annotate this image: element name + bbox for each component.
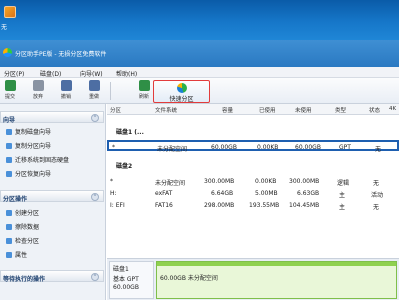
pending-section-header[interactable]: 等待执行的操作 ⌃ — [0, 270, 104, 283]
refresh-icon — [138, 80, 150, 91]
col-status[interactable]: 状态 — [369, 106, 380, 114]
menu-wizard[interactable]: 向导(W) — [80, 69, 103, 78]
space-stripe — [157, 262, 396, 266]
ops-section-title: 分区操作 — [3, 196, 28, 203]
col-partition[interactable]: 分区 — [110, 106, 121, 114]
quick-partition-icon — [177, 83, 187, 93]
pending-section-title: 等待执行的操作 — [3, 276, 46, 283]
refresh-button[interactable]: 刷新 — [134, 80, 154, 102]
col-type[interactable]: 类型 — [335, 106, 346, 114]
apply-button[interactable]: 提交 — [0, 80, 20, 102]
op-check-partition[interactable]: 检查分区 — [6, 236, 39, 245]
desktop-app-icon[interactable] — [4, 6, 16, 18]
discard-button[interactable]: 放弃 — [28, 80, 48, 102]
properties-icon — [6, 252, 12, 258]
wizard-section-title: 向导 — [3, 117, 16, 124]
disk1-label[interactable]: 磁盘1 (... — [116, 127, 144, 136]
table-row[interactable]: H: exFAT 6.64GB 5.00MB 6.63GB 主 活动 — [107, 188, 399, 199]
disk-size: 60.00GB — [113, 284, 139, 291]
menu-partition[interactable]: 分区(P) — [4, 69, 24, 78]
check-partition-icon — [6, 238, 12, 244]
disk2-label[interactable]: 磁盘2 — [116, 161, 132, 170]
window-title: 分区助手PE版 - 无损分区免费软件 — [15, 51, 107, 58]
op-wipe-data[interactable]: 擦除数据 — [6, 222, 39, 231]
menu-help[interactable]: 帮助(H) — [116, 69, 137, 78]
op-properties[interactable]: 属性 — [6, 250, 27, 259]
undo-icon — [60, 80, 72, 91]
collapse-icon[interactable]: ⌃ — [91, 193, 99, 201]
wizard-partition-recovery[interactable]: 分区恢复向导 — [6, 169, 51, 178]
desktop: 无 — [0, 0, 399, 40]
create-partition-icon — [6, 210, 12, 216]
col-free[interactable]: 未使用 — [295, 106, 312, 114]
redo-button[interactable]: 重做 — [84, 80, 104, 102]
wizard-migrate-os[interactable]: 迁移系统到固态硬盘 — [6, 155, 69, 164]
ops-section-header[interactable]: 分区操作 ⌃ — [0, 190, 104, 203]
wipe-data-icon — [6, 224, 12, 230]
menu-bar: 分区(P) 磁盘(D) 向导(W) 帮助(H) — [0, 67, 399, 78]
table-row[interactable]: * 未分配空间 300.00MB 0.00KB 300.00MB 逻辑 无 — [107, 176, 399, 187]
wizard-copy-disk[interactable]: 复制磁盘向导 — [6, 127, 51, 136]
left-panel: 向导 ⌃ 复制磁盘向导 复制分区向导 迁移系统到固态硬盘 分区恢复向导 分区操作… — [0, 104, 106, 300]
table-row[interactable]: * 未分配空间 60.00GB 0.00KB 60.00GB GPT 无 — [107, 140, 399, 153]
migrate-os-icon — [6, 157, 12, 163]
copy-disk-icon — [6, 129, 12, 135]
op-create-partition[interactable]: 创建分区 — [6, 208, 39, 217]
disk-map: 磁盘1 基本 GPT 60.00GB 60.00GB 未分配空间 — [107, 258, 399, 300]
disk-name: 磁盘1 — [113, 266, 129, 273]
quick-partition-label: 快速分区 — [169, 96, 194, 103]
disk-type: 基本 GPT — [113, 276, 139, 283]
collapse-icon[interactable]: ⌃ — [91, 114, 99, 122]
discard-icon — [32, 80, 44, 91]
window-titlebar: 分区助手PE版 - 无损分区免费软件 — [0, 40, 399, 67]
quick-partition-button[interactable]: 快速分区 — [153, 80, 210, 103]
unallocated-label: 60.00GB 未分配空间 — [160, 275, 218, 282]
partition-recovery-icon — [6, 171, 12, 177]
undo-button[interactable]: 撤销 — [56, 80, 76, 102]
menu-disk[interactable]: 磁盘(D) — [40, 69, 61, 78]
redo-icon — [88, 80, 100, 91]
toolbar-separator — [110, 82, 111, 100]
col-used[interactable]: 已使用 — [259, 106, 276, 114]
wizard-copy-partition[interactable]: 复制分区向导 — [6, 141, 51, 150]
col-filesystem[interactable]: 文件系统 — [155, 106, 177, 114]
table-row[interactable]: I: EFI FAT16 298.00MB 193.55MB 104.45MB … — [107, 200, 399, 211]
wizard-section-header[interactable]: 向导 ⌃ — [0, 111, 104, 124]
disk-info-box[interactable]: 磁盘1 基本 GPT 60.00GB — [109, 261, 154, 299]
col-4k[interactable]: 4K — [389, 106, 396, 112]
copy-partition-icon — [6, 143, 12, 149]
col-capacity[interactable]: 容量 — [222, 106, 233, 114]
table-header: 分区 文件系统 容量 已使用 未使用 类型 状态 4K — [107, 104, 399, 115]
collapse-icon[interactable]: ⌃ — [91, 273, 99, 281]
unallocated-space-block[interactable]: 60.00GB 未分配空间 — [156, 261, 397, 299]
desktop-icon-label: 无 — [1, 24, 8, 31]
partition-assistant-icon — [3, 48, 12, 57]
apply-icon — [4, 80, 16, 91]
